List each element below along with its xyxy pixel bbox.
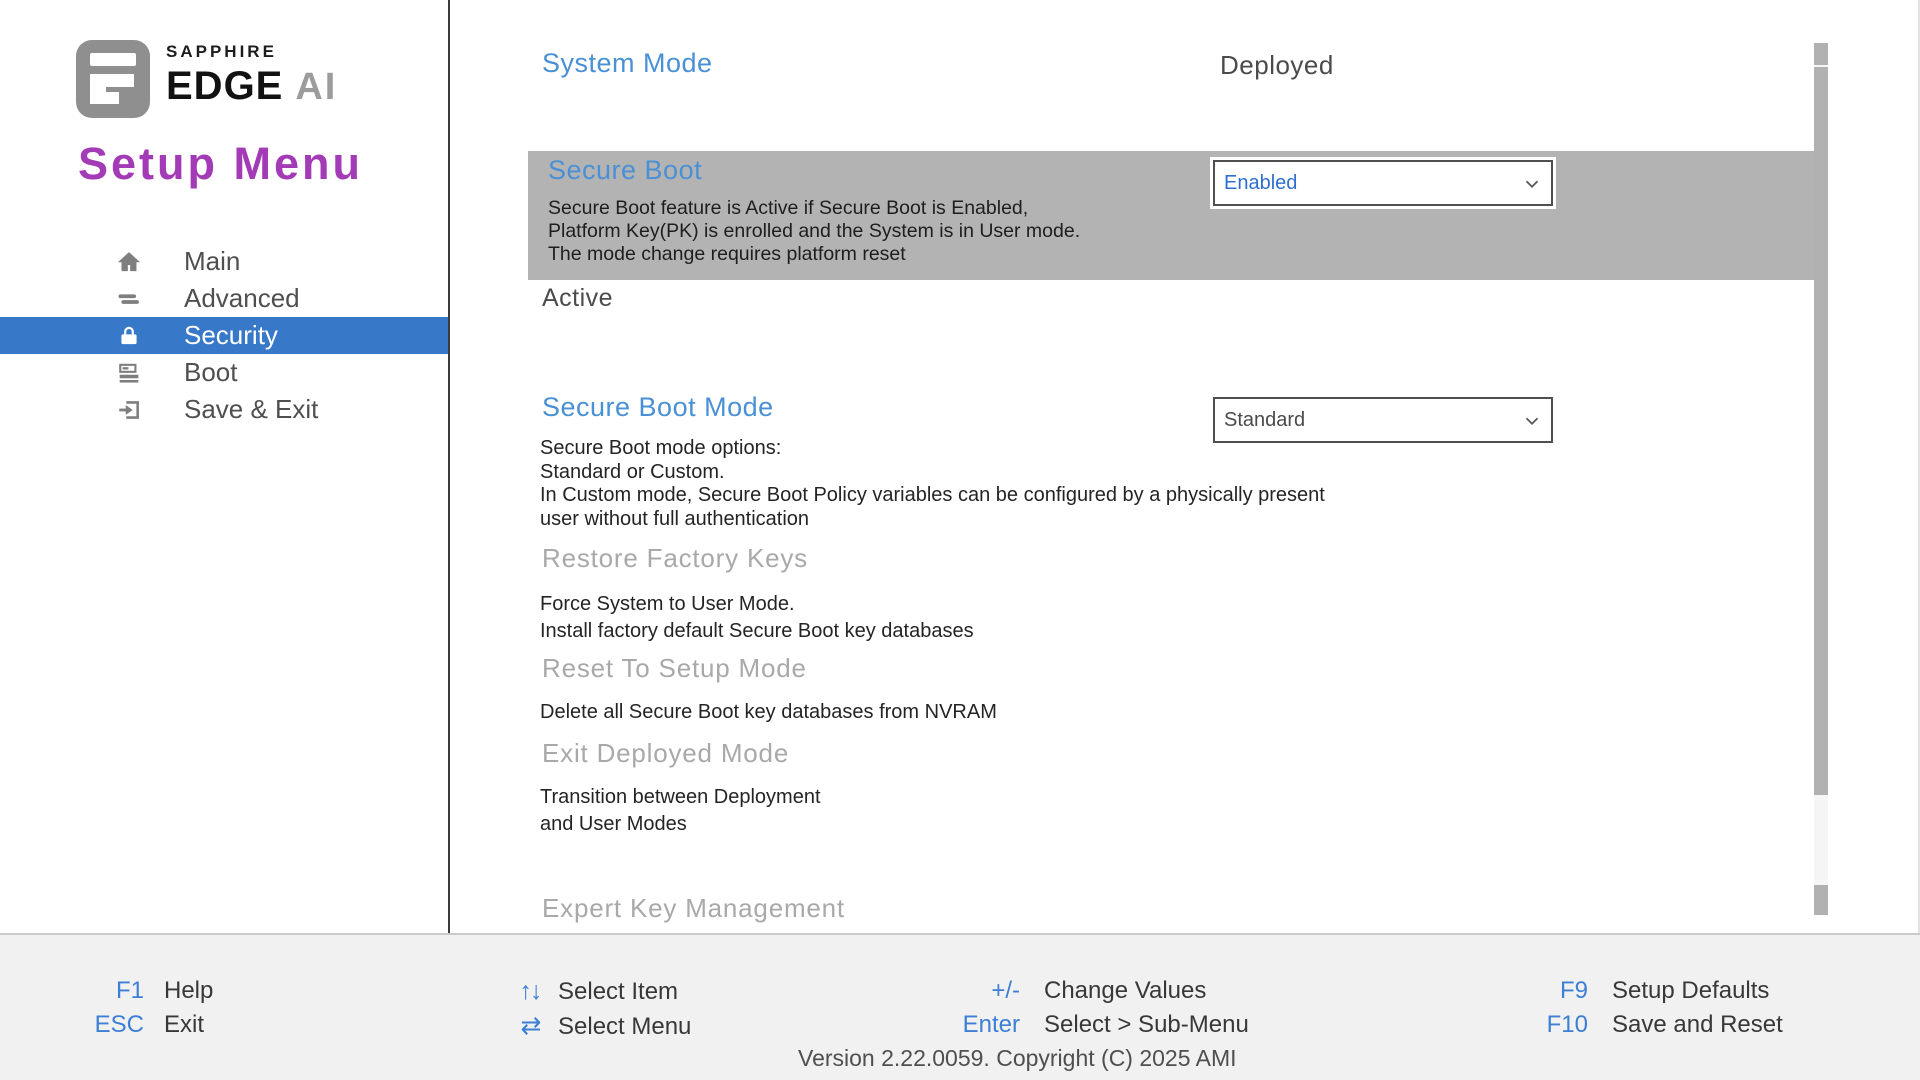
home-icon — [112, 248, 146, 276]
hint-select-item: ↑↓ Select Item — [512, 977, 678, 1006]
scrollbar-segment-bottom[interactable] — [1814, 885, 1828, 915]
reset-to-setup-mode-item[interactable]: Reset To Setup Mode — [542, 653, 807, 684]
description-line: The mode change requires platform reset — [548, 243, 1080, 266]
sidebar-item-label: Security — [184, 320, 278, 351]
sidebar: SAPPHIRE EDGE AI Setup Menu Main Advance… — [0, 0, 450, 933]
drive-icon — [112, 359, 146, 387]
sidebar-item-boot[interactable]: Boot — [0, 354, 448, 391]
description-line: Secure Boot mode options: — [540, 437, 1325, 461]
exit-icon — [112, 397, 146, 423]
secure-boot-status: Active — [542, 284, 613, 313]
chevron-down-icon — [1521, 410, 1543, 437]
layers-icon — [112, 285, 146, 313]
settings-panel: System Mode Deployed Secure Boot Secure … — [450, 0, 1920, 933]
brand-logo: SAPPHIRE EDGE AI — [76, 38, 416, 120]
left-right-arrows-icon: ⇄ — [512, 1011, 548, 1041]
exit-deployed-mode-item[interactable]: Exit Deployed Mode — [542, 738, 789, 769]
description-line: In Custom mode, Secure Boot Policy varia… — [540, 484, 1325, 508]
system-mode-label: System Mode — [542, 48, 713, 79]
sidebar-item-main[interactable]: Main — [0, 243, 448, 280]
sidebar-item-label: Boot — [184, 357, 238, 388]
system-mode-value: Deployed — [1220, 50, 1334, 81]
hint-label: Help — [164, 977, 213, 1005]
hint-label: Save and Reset — [1612, 1011, 1783, 1039]
scrollbar-segment-top[interactable] — [1814, 43, 1828, 65]
description-line: Standard or Custom. — [540, 461, 1325, 485]
secure-boot-mode-label: Secure Boot Mode — [542, 392, 774, 423]
restore-factory-keys-item[interactable]: Restore Factory Keys — [542, 543, 808, 574]
description-line: Transition between Deployment — [540, 784, 821, 811]
description-line: Secure Boot feature is Active if Secure … — [548, 197, 1080, 220]
hint-enter-submenu: Enter Select > Sub-Menu — [880, 1011, 1249, 1039]
key-f9: F9 — [1448, 977, 1588, 1005]
hint-exit: ESC Exit — [0, 1011, 204, 1039]
secure-boot-mode-select-value: Standard — [1224, 409, 1305, 432]
hint-select-menu: ⇄ Select Menu — [512, 1011, 691, 1041]
secure-boot-description: Secure Boot feature is Active if Secure … — [548, 197, 1080, 266]
key-plus-minus: +/- — [880, 977, 1020, 1005]
hint-save-reset: F10 Save and Reset — [1448, 1011, 1783, 1039]
restore-factory-keys-description: Force System to User Mode. Install facto… — [540, 591, 974, 644]
sidebar-item-advanced[interactable]: Advanced — [0, 280, 448, 317]
sidebar-item-label: Save & Exit — [184, 394, 318, 425]
bios-version-text: Version 2.22.0059. Copyright (C) 2025 AM… — [798, 1045, 1237, 1072]
scrollbar-thumb[interactable] — [1814, 67, 1828, 795]
brand-name-top: SAPPHIRE — [166, 42, 337, 62]
brand-name-main: EDGE — [166, 64, 283, 108]
scrollbar-track[interactable] — [1814, 43, 1828, 915]
description-line: Platform Key(PK) is enrolled and the Sys… — [548, 220, 1080, 243]
up-down-arrows-icon: ↑↓ — [512, 977, 548, 1006]
hint-label: Change Values — [1044, 977, 1206, 1005]
brand-name-suffix: AI — [295, 67, 337, 109]
hint-change-values: +/- Change Values — [880, 977, 1206, 1005]
key-hints-bar: F1 Help ESC Exit ↑↓ Select Item ⇄ Select… — [0, 933, 1920, 1080]
secure-boot-mode-description: Secure Boot mode options: Standard or Cu… — [540, 437, 1325, 531]
key-f10: F10 — [1448, 1011, 1588, 1039]
hint-label: Select Item — [558, 978, 678, 1006]
secure-boot-label: Secure Boot — [548, 155, 702, 186]
sidebar-item-label: Advanced — [184, 283, 300, 314]
reset-to-setup-mode-description: Delete all Secure Boot key databases fro… — [540, 699, 997, 726]
hint-label: Setup Defaults — [1612, 977, 1769, 1005]
key-f1: F1 — [0, 977, 144, 1005]
exit-deployed-mode-description: Transition between Deployment and User M… — [540, 784, 821, 837]
secure-boot-select[interactable]: Enabled — [1213, 160, 1553, 206]
description-line: and User Modes — [540, 811, 821, 838]
description-line: Force System to User Mode. — [540, 591, 974, 618]
secure-boot-select-value: Enabled — [1224, 172, 1297, 195]
key-esc: ESC — [0, 1011, 144, 1039]
sidebar-menu: Main Advanced Security Boot Save & Exit — [0, 243, 448, 428]
secure-boot-highlighted-row[interactable]: Secure Boot Secure Boot feature is Activ… — [528, 151, 1814, 280]
sidebar-item-save-exit[interactable]: Save & Exit — [0, 391, 448, 428]
sidebar-item-security[interactable]: Security — [0, 317, 448, 354]
expert-key-management-item[interactable]: Expert Key Management — [542, 893, 845, 924]
lock-icon — [112, 323, 146, 349]
description-line: user without full authentication — [540, 508, 1325, 532]
hint-label: Exit — [164, 1011, 204, 1039]
hint-label: Select Menu — [558, 1013, 691, 1041]
sidebar-item-label: Main — [184, 246, 240, 277]
hint-setup-defaults: F9 Setup Defaults — [1448, 977, 1769, 1005]
key-enter: Enter — [880, 1011, 1020, 1039]
setup-menu-title: Setup Menu — [78, 138, 363, 190]
chevron-down-icon — [1521, 173, 1543, 200]
hint-label: Select > Sub-Menu — [1044, 1011, 1249, 1039]
brand-wordmark: SAPPHIRE EDGE AI — [166, 42, 337, 109]
brand-logo-icon — [76, 40, 150, 123]
description-line: Delete all Secure Boot key databases fro… — [540, 699, 997, 726]
description-line: Install factory default Secure Boot key … — [540, 618, 974, 645]
hint-help: F1 Help — [0, 977, 213, 1005]
